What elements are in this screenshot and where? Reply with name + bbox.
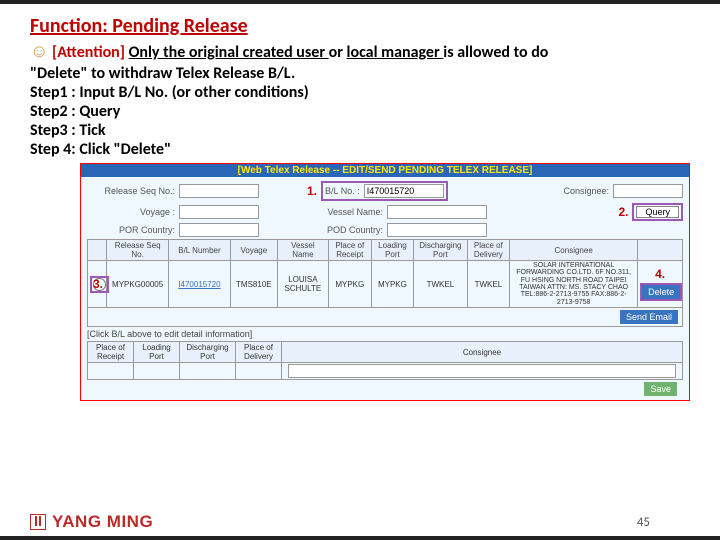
bl-link[interactable]: I470015720	[178, 280, 220, 289]
bottom-stripe	[0, 536, 720, 540]
th-seq: Release Seq No.	[107, 240, 169, 261]
cell-bl[interactable]: I470015720	[169, 261, 231, 308]
detail-consignee-input[interactable]	[288, 364, 676, 378]
blno-highlight: B/L No. :	[321, 181, 448, 201]
attention-p3: local manager	[347, 43, 444, 62]
th-pod: Place of Delivery	[467, 240, 510, 261]
th-voyage: Voyage	[230, 240, 277, 261]
delete-button[interactable]: Delete	[642, 285, 680, 299]
search-form: Release Seq No.: 1. B/L No. : Consignee:…	[81, 177, 689, 400]
cell-por: MYPKG	[328, 261, 371, 308]
step-4: Step 4: Click "Delete"	[30, 140, 690, 159]
attention-p1: Only the original created user	[129, 43, 329, 62]
consignee-input[interactable]	[613, 184, 683, 198]
table-row[interactable]: 3. MYPKG00005 I470015720 TMS810E LOUISA …	[88, 261, 683, 308]
function-title: Function: Pending Release	[30, 14, 690, 38]
voyage-input[interactable]	[179, 205, 259, 219]
step-1: Step1 : Input B/L No. (or other conditio…	[30, 83, 690, 102]
th-vessel: Vessel Name	[277, 240, 328, 261]
th-consignee: Consignee	[510, 240, 638, 261]
pod-input[interactable]	[387, 223, 487, 237]
th2-pod: Place of Delivery	[236, 342, 282, 363]
cell-vessel: LOUISA SCHULTE	[277, 261, 328, 308]
attention-tag: [Attention]	[52, 43, 129, 62]
page-number: 45	[637, 515, 650, 530]
blno-input[interactable]	[364, 184, 444, 198]
th-tick	[88, 240, 107, 261]
th2-consignee: Consignee	[282, 342, 683, 363]
th2-lp: Loading Port	[134, 342, 180, 363]
annotation-1: 1.	[307, 184, 317, 198]
save-button[interactable]: Save	[644, 382, 677, 396]
query-highlight: Query	[632, 203, 683, 221]
content-area: Function: Pending Release ☺ [Attention] …	[0, 4, 720, 159]
th-bl: B/L Number	[169, 240, 231, 261]
cell-lp: MYPKG	[371, 261, 414, 308]
step-3: Step3 : Tick	[30, 121, 690, 140]
send-email-button[interactable]: Send Email	[620, 310, 678, 324]
cell-seq: MYPKG00005	[107, 261, 169, 308]
attention-line: ☺ [Attention] Only the original created …	[30, 40, 690, 62]
app-window: [Web Telex Release -- EDIT/SEND PENDING …	[80, 163, 690, 401]
results-table: Release Seq No. B/L Number Voyage Vessel…	[87, 239, 683, 308]
label-consignee: Consignee:	[543, 186, 609, 196]
label-vessel: Vessel Name:	[313, 207, 383, 217]
save-row: Save	[87, 380, 683, 398]
step-2: Step2 : Query	[30, 102, 690, 121]
annotation-2: 2.	[618, 205, 628, 219]
attention-p2: or	[329, 43, 347, 62]
vessel-input[interactable]	[387, 205, 487, 219]
send-email-row: Send Email	[87, 308, 683, 327]
annotation-3: 3.	[93, 277, 103, 291]
attention-line-2: "Delete" to withdraw Telex Release B/L.	[30, 64, 690, 83]
por-input[interactable]	[179, 223, 259, 237]
label-pod: POD Country:	[313, 225, 383, 235]
cell-consignee: SOLAR INTERNATIONAL FORWARDING CO.LTD. 6…	[510, 261, 638, 308]
th2-dp: Discharging Port	[180, 342, 236, 363]
th-por: Place of Receipt	[328, 240, 371, 261]
label-por: POR Country:	[87, 225, 175, 235]
app-title: [Web Telex Release -- EDIT/SEND PENDING …	[81, 164, 689, 177]
table-header-row: Release Seq No. B/L Number Voyage Vessel…	[88, 240, 683, 261]
annotation-4: 4.	[640, 267, 680, 281]
footer: YANG MING	[30, 512, 153, 532]
cell-pod: TWKEL	[467, 261, 510, 308]
brand-name: YANG MING	[52, 512, 153, 532]
query-button[interactable]: Query	[636, 206, 679, 218]
cell-dp: TWKEL	[414, 261, 467, 308]
th-action	[638, 240, 683, 261]
th-dp: Discharging Port	[414, 240, 467, 261]
th-lp: Loading Port	[371, 240, 414, 261]
logo-icon	[30, 514, 46, 530]
delete-highlight: Delete	[640, 283, 682, 301]
cell-voyage: TMS810E	[230, 261, 277, 308]
release-seq-input[interactable]	[179, 184, 259, 198]
label-blno: B/L No. :	[325, 186, 360, 196]
label-voyage: Voyage :	[87, 207, 175, 217]
smile-icon: ☺	[30, 40, 48, 62]
hint-text: [Click B/L above to edit detail informat…	[87, 327, 683, 341]
th2-por: Place of Receipt	[88, 342, 134, 363]
detail-table: Place of Receipt Loading Port Dischargin…	[87, 341, 683, 380]
attention-p4: is allowed to do	[443, 43, 548, 62]
label-release-seq: Release Seq No.:	[87, 186, 175, 196]
